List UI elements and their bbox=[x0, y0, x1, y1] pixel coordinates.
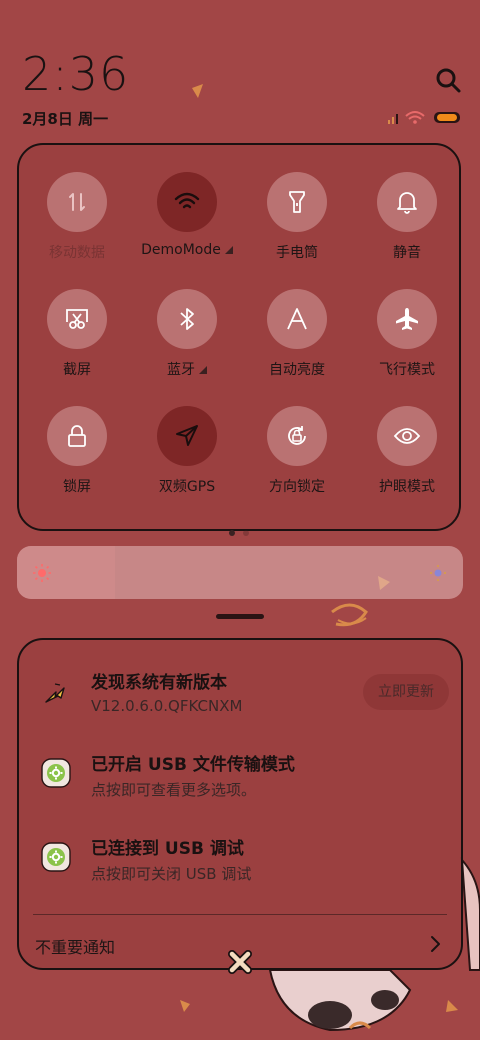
divider bbox=[33, 914, 447, 915]
date-label: 2月8日 周一 bbox=[22, 110, 109, 128]
tile-silent[interactable]: 静音 bbox=[352, 172, 462, 262]
drag-handle[interactable] bbox=[216, 614, 264, 619]
minor-notifications-label: 不重要通知 bbox=[35, 938, 116, 957]
tile-label: 蓝牙 bbox=[167, 362, 195, 378]
page-indicator bbox=[19, 521, 459, 540]
screenshot-icon bbox=[66, 309, 88, 329]
tile-dual-gps-button[interactable] bbox=[157, 406, 217, 466]
notification-title: 发现系统有新版本 bbox=[91, 673, 227, 693]
notification-usb-transfer[interactable]: 已开启 USB 文件传输模式 点按即可查看更多选项。 bbox=[19, 736, 461, 820]
tile-rotation-lock-button[interactable] bbox=[267, 406, 327, 466]
tile-flashlight[interactable]: 手电筒 bbox=[242, 172, 352, 262]
notification-title: 已连接到 USB 调试 bbox=[91, 839, 244, 859]
tile-bluetooth[interactable]: 蓝牙 bbox=[132, 289, 242, 379]
tile-label: 锁屏 bbox=[63, 479, 91, 495]
update-now-button[interactable]: 立即更新 bbox=[363, 674, 449, 710]
tile-label: 飞行模式 bbox=[379, 362, 435, 378]
tile-auto-brightness[interactable]: 自动亮度 bbox=[242, 289, 352, 379]
clock: 2:36 bbox=[22, 47, 130, 101]
chevron-right-icon bbox=[431, 936, 440, 952]
search-button[interactable] bbox=[432, 64, 464, 96]
tile-label: 双频GPS bbox=[158, 479, 216, 495]
tile-mobile-data-button[interactable] bbox=[47, 172, 107, 232]
notification-title: 已开启 USB 文件传输模式 bbox=[91, 755, 295, 775]
lock-icon bbox=[68, 425, 86, 447]
tile-label: 方向锁定 bbox=[269, 479, 325, 495]
tile-rotation-lock[interactable]: 方向锁定 bbox=[242, 406, 352, 496]
wifi-status-icon bbox=[405, 111, 425, 124]
auto-brightness-icon bbox=[287, 308, 307, 330]
tile-label: 手电筒 bbox=[276, 245, 318, 261]
notification-body: 点按即可关闭 USB 调试 bbox=[91, 865, 252, 883]
tile-wifi[interactable]: DemoMode bbox=[132, 172, 242, 258]
eye-icon bbox=[393, 428, 421, 444]
notification-body: 点按即可查看更多选项。 bbox=[91, 781, 257, 799]
tile-wifi-button[interactable] bbox=[157, 172, 217, 232]
signal-icon bbox=[388, 114, 398, 124]
tile-dual-gps[interactable]: 双频GPS bbox=[132, 406, 242, 496]
airplane-icon bbox=[396, 308, 418, 330]
tile-mobile-data[interactable]: 移动数据 bbox=[22, 172, 132, 262]
tile-auto-brightness-button[interactable] bbox=[267, 289, 327, 349]
notification-system-update[interactable]: 发现系统有新版本 V12.0.6.0.QFKCNXM 立即更新 bbox=[19, 640, 461, 730]
notification-usb-debugging[interactable]: 已连接到 USB 调试 点按即可关闭 USB 调试 bbox=[19, 820, 461, 904]
battery-icon bbox=[434, 112, 460, 123]
tile-airplane[interactable]: 飞行模式 bbox=[352, 289, 462, 379]
tile-label: 移动数据 bbox=[49, 245, 105, 261]
page-dot-active bbox=[229, 530, 235, 536]
clear-all-button[interactable] bbox=[224, 946, 256, 978]
tile-bluetooth-button[interactable] bbox=[157, 289, 217, 349]
tile-airplane-button[interactable] bbox=[377, 289, 437, 349]
brightness-slider[interactable] bbox=[17, 546, 463, 599]
tile-label: DemoMode bbox=[141, 242, 221, 258]
rotation-lock-icon bbox=[288, 426, 306, 445]
tile-screenshot[interactable]: 截屏 bbox=[22, 289, 132, 379]
tile-lock-screen[interactable]: 锁屏 bbox=[22, 406, 132, 496]
tile-label: 自动亮度 bbox=[269, 362, 325, 378]
close-icon bbox=[228, 950, 252, 974]
navigation-icon bbox=[176, 425, 198, 446]
tile-lock-screen-button[interactable] bbox=[47, 406, 107, 466]
status-icons bbox=[386, 108, 464, 126]
android-settings-icon bbox=[41, 842, 71, 872]
update-icon bbox=[45, 683, 65, 703]
tile-label: 静音 bbox=[393, 245, 421, 261]
tile-eye-protection-button[interactable] bbox=[377, 406, 437, 466]
tile-silent-button[interactable] bbox=[377, 172, 437, 232]
search-icon bbox=[436, 68, 461, 93]
flashlight-icon bbox=[289, 191, 305, 213]
expand-indicator-icon[interactable] bbox=[199, 366, 207, 374]
page-dot bbox=[243, 530, 249, 536]
android-settings-icon bbox=[41, 758, 71, 788]
notification-panel: 发现系统有新版本 V12.0.6.0.QFKCNXM 立即更新 已开启 USB … bbox=[17, 638, 463, 970]
tile-screenshot-button[interactable] bbox=[47, 289, 107, 349]
bluetooth-icon bbox=[180, 308, 194, 330]
tile-label: 护眼模式 bbox=[379, 479, 435, 495]
brightness-high-icon bbox=[430, 565, 446, 581]
expand-indicator-icon[interactable] bbox=[224, 246, 233, 254]
mobile-data-icon bbox=[69, 193, 85, 211]
quick-settings-panel: 移动数据 DemoMode 手电筒 静音 截屏 蓝牙 自动亮度 飞行模式 锁屏 … bbox=[17, 143, 462, 536]
brightness-low-icon bbox=[33, 564, 51, 582]
notification-body: V12.0.6.0.QFKCNXM bbox=[91, 697, 243, 715]
tile-label: 截屏 bbox=[63, 362, 91, 378]
tile-flashlight-button[interactable] bbox=[267, 172, 327, 232]
tile-eye-protection[interactable]: 护眼模式 bbox=[352, 406, 462, 496]
wifi-icon bbox=[174, 192, 200, 209]
bell-icon bbox=[397, 192, 417, 214]
